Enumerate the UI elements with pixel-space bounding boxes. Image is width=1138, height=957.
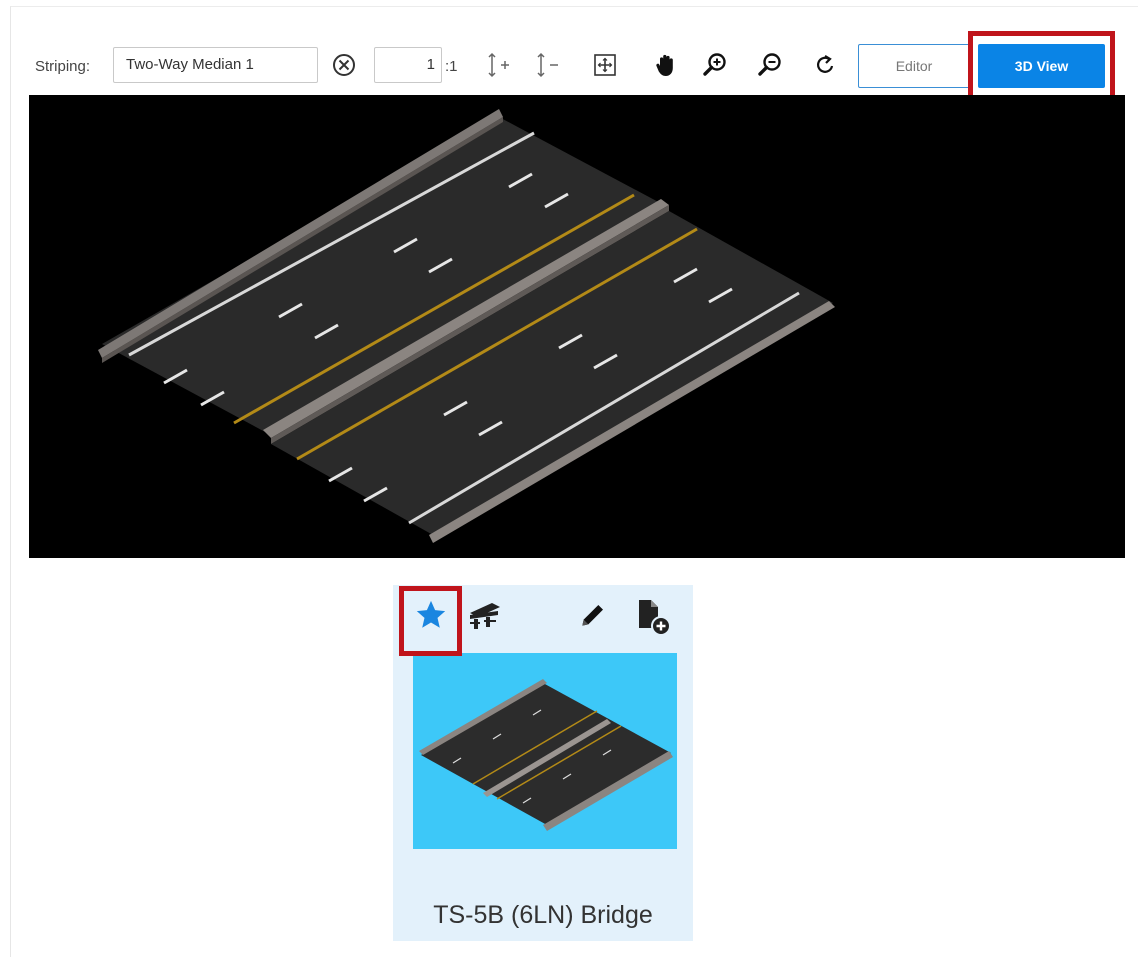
clear-icon[interactable] [329, 50, 359, 80]
editor-button[interactable]: Editor [858, 44, 970, 88]
thumbnail-road-render [419, 679, 673, 831]
scale-input[interactable]: 1 [374, 47, 442, 83]
favorite-highlight [399, 586, 462, 656]
zoom-in-icon[interactable] [700, 50, 730, 80]
toolbar: Striping: Two-Way Median 1 1 :1 Editor 3… [0, 0, 1138, 101]
zoom-out-icon[interactable] [755, 50, 785, 80]
3d-view-highlight [968, 31, 1115, 101]
template-title: TS-5B (6LN) Bridge [433, 901, 653, 929]
decrease-height-icon[interactable] [532, 50, 562, 80]
3d-viewport[interactable] [29, 95, 1125, 558]
fit-view-icon[interactable] [590, 50, 620, 80]
edit-pencil-icon[interactable] [575, 597, 611, 633]
striping-field[interactable]: Two-Way Median 1 [113, 47, 318, 83]
add-document-icon[interactable] [631, 597, 675, 637]
bridge-icon[interactable] [465, 597, 505, 633]
road-render [98, 109, 835, 543]
increase-height-icon[interactable] [483, 50, 513, 80]
template-thumbnail[interactable] [413, 653, 677, 849]
striping-label: Striping: [35, 58, 91, 75]
scale-suffix: :1 [445, 58, 458, 75]
rotate-icon[interactable] [810, 50, 840, 80]
pan-hand-icon[interactable] [651, 50, 681, 80]
